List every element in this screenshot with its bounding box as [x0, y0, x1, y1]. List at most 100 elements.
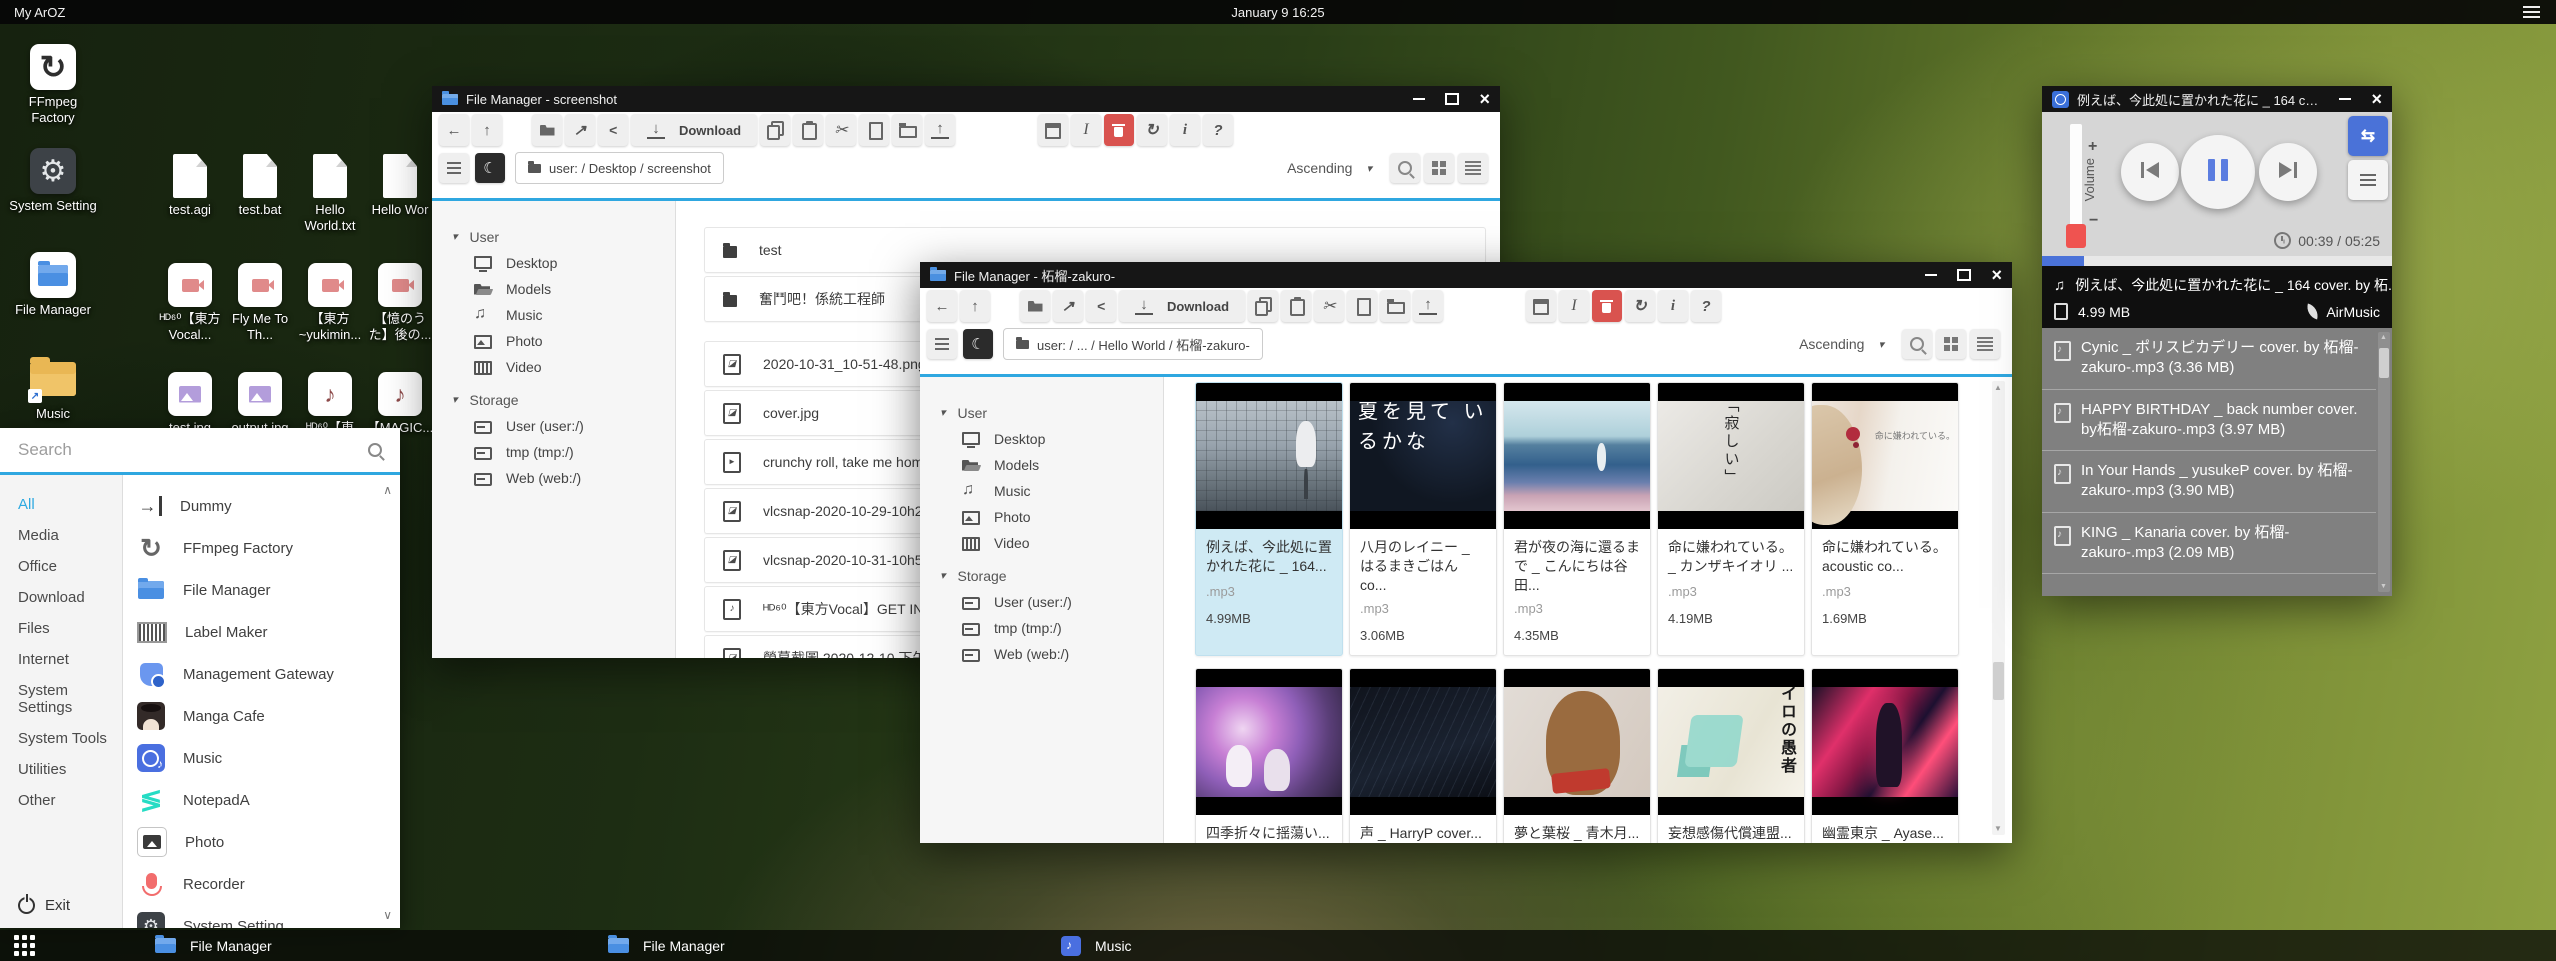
pause-button[interactable]: [2181, 135, 2255, 209]
volume-slider[interactable]: [2070, 124, 2082, 238]
volume-down-button[interactable]: −: [2089, 212, 2098, 230]
app-item[interactable]: Label Maker: [137, 611, 400, 653]
sidebar-item[interactable]: Web (web:/): [940, 641, 1163, 667]
file-card[interactable]: 夢と葉桜 _ 青木月...: [1503, 668, 1651, 843]
hamburger-menu-button[interactable]: [439, 153, 469, 183]
file-card[interactable]: 例えば、今此処に置かれた花に _ 164... .mp3 4.99MB: [1195, 382, 1343, 656]
search-input[interactable]: [16, 439, 368, 461]
sidebar-item[interactable]: Photo: [940, 504, 1163, 530]
info-button[interactable]: [1658, 290, 1688, 322]
new-folder-button[interactable]: [892, 114, 922, 146]
scroll-down-icon[interactable]: ∨: [383, 908, 392, 922]
app-item[interactable]: Photo: [137, 821, 400, 863]
dark-mode-toggle[interactable]: [963, 329, 993, 359]
system-brand[interactable]: My ArOZ: [14, 5, 65, 20]
rename-button[interactable]: [1071, 114, 1101, 146]
search-button[interactable]: [1902, 329, 1932, 359]
desktop-file[interactable]: test.bat: [225, 150, 295, 259]
open-button[interactable]: [532, 114, 562, 146]
back-button[interactable]: [927, 290, 957, 322]
category-item[interactable]: System Settings: [0, 675, 122, 723]
desktop-shortcut[interactable]: FFmpeg Factory: [8, 44, 98, 148]
paste-button[interactable]: [1281, 290, 1311, 322]
category-item[interactable]: Utilities: [0, 754, 122, 785]
scrollbar-thumb[interactable]: [1993, 662, 2004, 700]
sidebar-section-header[interactable]: Storage: [940, 562, 1163, 589]
info-button[interactable]: [1170, 114, 1200, 146]
app-item[interactable]: Music: [137, 737, 400, 779]
sidebar-item[interactable]: User (user:/): [452, 413, 675, 439]
scrollbar[interactable]: [1992, 381, 2005, 835]
download-button[interactable]: Download: [631, 114, 757, 146]
minimize-button[interactable]: [2339, 98, 2351, 100]
file-card[interactable]: 命に嫌われている。 命に嫌われている。acoustic co... .mp3 1…: [1811, 382, 1959, 656]
next-track-button[interactable]: [2259, 143, 2317, 201]
path-bar[interactable]: user: / ... / Hello World / 柘榴-zakuro-: [1003, 328, 1263, 360]
scrollbar-thumb[interactable]: [2379, 348, 2389, 378]
minimize-button[interactable]: [1925, 274, 1937, 276]
category-item[interactable]: Download: [0, 582, 122, 613]
upload-button[interactable]: [925, 114, 955, 146]
app-item[interactable]: FFmpeg Factory: [137, 527, 400, 569]
app-grid-button[interactable]: [14, 935, 35, 956]
up-button[interactable]: [960, 290, 990, 322]
sort-order-select[interactable]: Ascending: [1273, 153, 1386, 183]
refresh-button[interactable]: [1625, 290, 1655, 322]
refresh-button[interactable]: [1137, 114, 1167, 146]
sidebar-item[interactable]: Models: [452, 276, 675, 302]
app-item[interactable]: System Setting: [137, 905, 400, 928]
window-titlebar[interactable]: 例えば、今此処に置かれた花に _ 164 c… ×: [2042, 86, 2392, 112]
close-button[interactable]: ×: [1991, 269, 2002, 281]
upload-button[interactable]: [1413, 290, 1443, 322]
sidebar-item[interactable]: User (user:/): [940, 589, 1163, 615]
category-item[interactable]: Other: [0, 785, 122, 816]
desktop-file[interactable]: 【憶のうた】後の...: [365, 259, 435, 368]
scrollbar[interactable]: [2378, 332, 2390, 592]
app-item[interactable]: Dummy: [137, 485, 400, 527]
list-view-button[interactable]: [1458, 153, 1488, 183]
file-card[interactable]: 四季折々に揺蕩い...: [1195, 668, 1343, 843]
scroll-up-icon[interactable]: ∧: [383, 483, 392, 497]
copy-button[interactable]: [760, 114, 790, 146]
sidebar-item[interactable]: Video: [940, 530, 1163, 556]
app-item[interactable]: Manga Cafe: [137, 695, 400, 737]
grid-view-button[interactable]: [1936, 329, 1966, 359]
file-card[interactable]: 幽霊東京 _ Ayase...: [1811, 668, 1959, 843]
playlist-item[interactable]: KING _ Kanaria cover. by 柘榴-zakuro-.mp3 …: [2042, 513, 2376, 575]
new-file-button[interactable]: [1347, 290, 1377, 322]
desktop-shortcut[interactable]: File Manager: [8, 252, 98, 356]
category-item[interactable]: Internet: [0, 644, 122, 675]
desktop-file[interactable]: Hello World.txt: [295, 150, 365, 259]
list-view-button[interactable]: [1970, 329, 2000, 359]
sidebar-section-header[interactable]: User: [940, 399, 1163, 426]
category-item[interactable]: System Tools: [0, 723, 122, 754]
sidebar-item[interactable]: Video: [452, 354, 675, 380]
desktop-file[interactable]: Hello Wor: [365, 150, 435, 259]
open-button[interactable]: [1020, 290, 1050, 322]
playlist-item[interactable]: HAPPY BIRTHDAY _ back number cover. by柘榴…: [2042, 390, 2376, 452]
delete-button[interactable]: [1104, 114, 1134, 146]
playlist-item[interactable]: Cynic _ ポリスピカデリー cover. by 柘榴-zakuro-.mp…: [2042, 328, 2376, 390]
app-item[interactable]: NotepadA: [137, 779, 400, 821]
maximize-button[interactable]: [1957, 269, 1971, 281]
desktop-file[interactable]: 【東方~yukimin...: [295, 259, 365, 368]
sidebar-item[interactable]: tmp (tmp:/): [940, 615, 1163, 641]
category-item[interactable]: Media: [0, 520, 122, 551]
app-item[interactable]: Management Gateway: [137, 653, 400, 695]
back-button[interactable]: [439, 114, 469, 146]
volume-slider-thumb[interactable]: [2066, 224, 2086, 248]
new-file-button[interactable]: [859, 114, 889, 146]
window-titlebar[interactable]: File Manager - screenshot ×: [432, 86, 1500, 112]
close-button[interactable]: ×: [1479, 93, 1490, 105]
sidebar-item[interactable]: Web (web:/): [452, 465, 675, 491]
sidebar-section-header[interactable]: User: [452, 223, 675, 250]
sort-order-select[interactable]: Ascending: [1785, 329, 1898, 359]
app-item[interactable]: Recorder: [137, 863, 400, 905]
desktop-shortcut[interactable]: System Setting: [8, 148, 98, 252]
cut-button[interactable]: [826, 114, 856, 146]
category-item[interactable]: Office: [0, 551, 122, 582]
taskbar-entry[interactable]: File Manager: [155, 936, 608, 956]
sidebar-section-header[interactable]: Storage: [452, 386, 675, 413]
category-item[interactable]: All: [0, 489, 122, 520]
open-new-button[interactable]: [565, 114, 595, 146]
